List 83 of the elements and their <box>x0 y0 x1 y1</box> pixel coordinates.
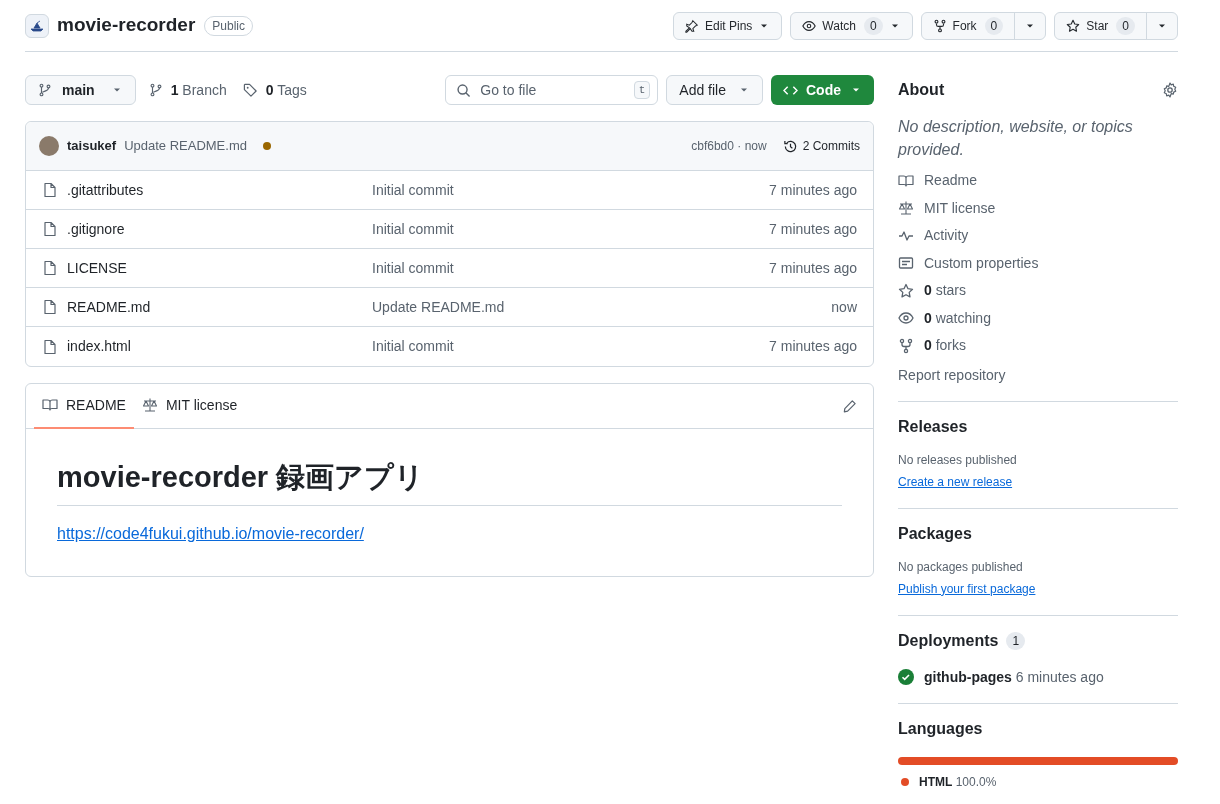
releases-heading[interactable]: Releases <box>898 416 968 437</box>
book-icon <box>42 397 58 413</box>
note-icon <box>898 255 914 272</box>
create-link[interactable]: Create a new release <box>898 474 1013 489</box>
search-icon <box>456 82 472 98</box>
commit-author[interactable]: taisukef <box>67 136 117 156</box>
commit-message[interactable]: Initial commit <box>372 257 454 279</box>
deployment-link[interactable]: github-pages 6 minutes ago <box>924 666 1104 688</box>
file-name[interactable]: LICENSE <box>67 257 372 279</box>
history-icon <box>782 138 798 154</box>
readme-tab[interactable]: README <box>34 383 134 429</box>
scale-icon <box>898 200 914 217</box>
branch-selector[interactable]: main <box>25 75 136 105</box>
fork-icon <box>932 18 947 33</box>
file-icon <box>42 299 58 315</box>
counter: 1 <box>1006 631 1026 650</box>
deployments-heading[interactable]: Deployments <box>898 630 999 651</box>
about-link[interactable]: MIT license <box>898 198 1178 218</box>
commit-message[interactable]: Initial commit <box>372 336 454 357</box>
readme-link[interactable]: https://code4fukui.github.io/movie-recorder/ <box>57 525 364 542</box>
star-icon <box>898 282 914 299</box>
file-icon <box>42 221 58 237</box>
about-link[interactable]: 0 forks <box>898 336 1178 356</box>
counter: 0 <box>1116 16 1135 35</box>
about-link[interactable]: Readme <box>898 171 1178 191</box>
settings-icon[interactable] <box>1162 82 1178 98</box>
file-name[interactable]: README.md <box>67 296 372 318</box>
pin-icon <box>685 18 699 33</box>
report-link[interactable]: Report repository <box>898 364 1178 386</box>
branches-link[interactable]: 1 Branch <box>148 79 227 101</box>
book-icon <box>898 172 914 189</box>
code-button[interactable]: Code <box>771 75 874 105</box>
about-link[interactable]: 0 stars <box>898 281 1178 301</box>
tags-link[interactable]: 0 Tags <box>242 79 307 101</box>
eye-icon <box>898 310 914 327</box>
file-name[interactable]: index.html <box>67 336 372 357</box>
commit-message[interactable]: Update README.md <box>372 296 505 318</box>
commit-time: 7 minutes ago <box>769 258 857 278</box>
language-link[interactable]: HTML 100.0% <box>919 772 997 791</box>
shortcut-key: t <box>633 81 651 99</box>
counter: 0 <box>984 16 1004 35</box>
branch-icon <box>148 83 163 97</box>
about-heading: About <box>898 80 945 100</box>
file-icon <box>42 260 58 276</box>
packages-heading[interactable]: Packages <box>898 523 972 544</box>
file-icon <box>42 338 58 355</box>
commit-message[interactable]: Update README.md <box>124 136 247 156</box>
file-name[interactable]: .gitattributes <box>67 179 372 201</box>
star-icon <box>1066 18 1081 33</box>
file-icon <box>42 182 58 198</box>
readme-heading: movie-recorder 録画アプリ <box>57 460 426 495</box>
commit-time: 7 minutes ago <box>769 219 857 239</box>
counter: 0 <box>863 16 883 35</box>
success-icon <box>898 669 914 685</box>
repo-name[interactable]: movie-recorder <box>57 11 196 40</box>
commit-message[interactable]: Initial commit <box>372 218 454 240</box>
add-file-button[interactable]: Add file <box>666 75 763 105</box>
commit-hash[interactable]: cbf6bd0 · now <box>691 137 767 155</box>
edit-icon[interactable] <box>842 398 857 414</box>
file-name[interactable]: .gitignore <box>67 218 372 240</box>
branch-icon <box>38 83 52 97</box>
commit-message[interactable]: Initial commit <box>372 179 454 201</box>
empty-note: No releases published <box>898 451 1018 469</box>
scale-icon <box>141 397 158 413</box>
commit-time: 7 minutes ago <box>769 180 857 200</box>
about-link[interactable]: Activity <box>898 226 1178 246</box>
commits-link[interactable]: 2 Commits <box>782 137 860 155</box>
fork-icon <box>898 337 914 354</box>
about-link[interactable]: 0 watching <box>898 308 1178 328</box>
create-link[interactable]: Publish your first package <box>898 581 1036 596</box>
repo-description: No description, website, or topics provided. <box>898 117 1134 160</box>
commit-time: 7 minutes ago <box>769 337 857 356</box>
watch-button[interactable]: Watch 0 <box>791 12 912 39</box>
languages-heading[interactable]: Languages <box>898 718 983 739</box>
readme-tab[interactable]: MIT license <box>133 383 246 429</box>
edit-pins-button[interactable]: Edit Pins <box>674 12 782 39</box>
tag-icon <box>242 82 258 98</box>
user-avatar <box>39 136 59 156</box>
commit-time: now <box>831 297 857 317</box>
about-link[interactable]: Custom properties <box>898 253 1178 273</box>
empty-note: No packages published <box>898 558 1024 576</box>
eye-icon <box>802 18 817 33</box>
owner-avatar-icon <box>25 13 49 38</box>
